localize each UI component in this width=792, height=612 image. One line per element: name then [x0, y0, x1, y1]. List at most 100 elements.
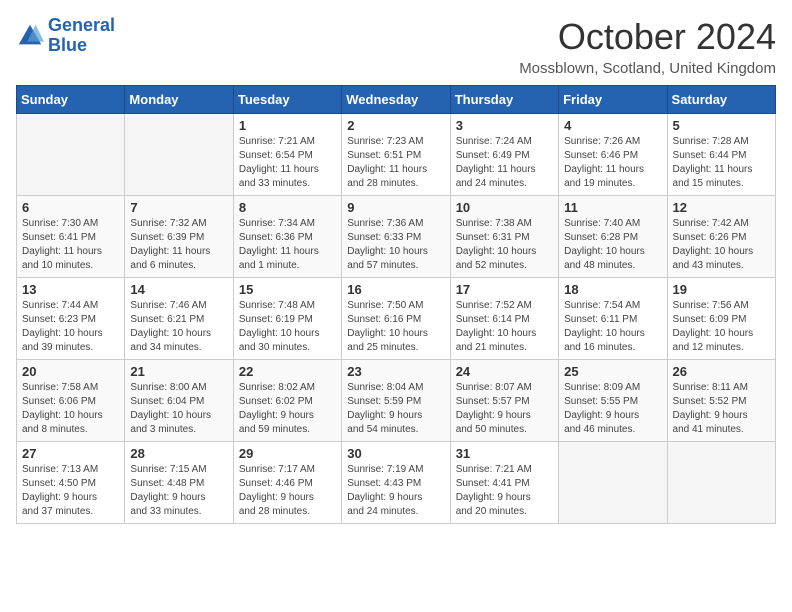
- day-detail: Sunrise: 7:21 AM Sunset: 6:54 PM Dayligh…: [239, 135, 336, 191]
- weekday-header-wednesday: Wednesday: [342, 86, 450, 114]
- day-detail: Sunrise: 8:02 AM Sunset: 6:02 PM Dayligh…: [239, 381, 336, 437]
- day-number: 20: [22, 364, 119, 379]
- day-detail: Sunrise: 7:54 AM Sunset: 6:11 PM Dayligh…: [564, 299, 661, 355]
- day-detail: Sunrise: 7:46 AM Sunset: 6:21 PM Dayligh…: [130, 299, 227, 355]
- day-detail: Sunrise: 7:58 AM Sunset: 6:06 PM Dayligh…: [22, 381, 119, 437]
- day-cell: 25Sunrise: 8:09 AM Sunset: 5:55 PM Dayli…: [559, 360, 667, 442]
- day-number: 9: [347, 200, 444, 215]
- page-header: General Blue October 2024 Mossblown, Sco…: [16, 16, 776, 77]
- location-title: Mossblown, Scotland, United Kingdom: [519, 60, 776, 77]
- week-row-3: 13Sunrise: 7:44 AM Sunset: 6:23 PM Dayli…: [17, 278, 776, 360]
- day-cell: 3 Sunrise: 7:24 AM Sunset: 6:49 PM Daylig…: [450, 114, 558, 196]
- day-number: 19: [673, 282, 770, 297]
- day-cell: [559, 442, 667, 524]
- day-cell: 14 Sunrise: 7:46 AM Sunset: 6:21 PM Dayli…: [125, 278, 233, 360]
- day-detail: Sunrise: 7:15 AM Sunset: 4:48 PM Dayligh…: [130, 463, 227, 519]
- day-cell: 22Sunrise: 8:02 AM Sunset: 6:02 PM Dayli…: [233, 360, 341, 442]
- day-cell: 1Sunrise: 7:21 AM Sunset: 6:54 PM Daylig…: [233, 114, 341, 196]
- day-detail: Sunrise: 7:52 AM Sunset: 6:14 PM Dayligh…: [456, 299, 553, 355]
- day-cell: 10Sunrise: 7:38 AM Sunset: 6:31 PM Dayli…: [450, 196, 558, 278]
- day-detail: Sunrise: 7:17 AM Sunset: 4:46 PM Dayligh…: [239, 463, 336, 519]
- week-row-1: 1Sunrise: 7:21 AM Sunset: 6:54 PM Daylig…: [17, 114, 776, 196]
- day-detail: Sunrise: 7:24 AM Sunset: 6:49 PM Dayligh…: [456, 135, 553, 191]
- day-detail: Sunrise: 8:04 AM Sunset: 5:59 PM Dayligh…: [347, 381, 444, 437]
- day-cell: 24 Sunrise: 8:07 AM Sunset: 5:57 PM Dayli…: [450, 360, 558, 442]
- day-detail: Sunrise: 7:28 AM Sunset: 6:44 PM Dayligh…: [673, 135, 770, 191]
- day-detail: Sunrise: 7:13 AM Sunset: 4:50 PM Dayligh…: [22, 463, 119, 519]
- day-detail: Sunrise: 7:21 AM Sunset: 4:41 PM Dayligh…: [456, 463, 553, 519]
- logo: General Blue: [16, 16, 115, 56]
- day-number: 21: [130, 364, 227, 379]
- day-number: 26: [673, 364, 770, 379]
- logo-line2: Blue: [48, 35, 87, 55]
- day-cell: 17 Sunrise: 7:52 AM Sunset: 6:14 PM Dayli…: [450, 278, 558, 360]
- day-number: 8: [239, 200, 336, 215]
- day-number: 17: [456, 282, 553, 297]
- day-cell: 21 Sunrise: 8:00 AM Sunset: 6:04 PM Dayli…: [125, 360, 233, 442]
- day-cell: 5 Sunrise: 7:28 AM Sunset: 6:44 PM Daylig…: [667, 114, 775, 196]
- day-cell: 19Sunrise: 7:56 AM Sunset: 6:09 PM Dayli…: [667, 278, 775, 360]
- day-cell: 9 Sunrise: 7:36 AM Sunset: 6:33 PM Daylig…: [342, 196, 450, 278]
- day-number: 14: [130, 282, 227, 297]
- day-number: 4: [564, 118, 661, 133]
- day-detail: Sunrise: 7:42 AM Sunset: 6:26 PM Dayligh…: [673, 217, 770, 273]
- day-cell: 4Sunrise: 7:26 AM Sunset: 6:46 PM Daylig…: [559, 114, 667, 196]
- day-cell: 31 Sunrise: 7:21 AM Sunset: 4:41 PM Dayli…: [450, 442, 558, 524]
- day-number: 7: [130, 200, 227, 215]
- day-cell: 11 Sunrise: 7:40 AM Sunset: 6:28 PM Dayli…: [559, 196, 667, 278]
- day-cell: 30 Sunrise: 7:19 AM Sunset: 4:43 PM Dayli…: [342, 442, 450, 524]
- day-cell: 18Sunrise: 7:54 AM Sunset: 6:11 PM Dayli…: [559, 278, 667, 360]
- calendar-table: SundayMondayTuesdayWednesdayThursdayFrid…: [16, 85, 776, 524]
- day-number: 11: [564, 200, 661, 215]
- day-detail: Sunrise: 7:48 AM Sunset: 6:19 PM Dayligh…: [239, 299, 336, 355]
- calendar-header-row: SundayMondayTuesdayWednesdayThursdayFrid…: [17, 86, 776, 114]
- weekday-header-tuesday: Tuesday: [233, 86, 341, 114]
- day-number: 6: [22, 200, 119, 215]
- weekday-header-monday: Monday: [125, 86, 233, 114]
- day-number: 24: [456, 364, 553, 379]
- day-cell: 12 Sunrise: 7:42 AM Sunset: 6:26 PM Dayli…: [667, 196, 775, 278]
- day-cell: 28 Sunrise: 7:15 AM Sunset: 4:48 PM Dayli…: [125, 442, 233, 524]
- day-cell: [667, 442, 775, 524]
- day-number: 12: [673, 200, 770, 215]
- day-detail: Sunrise: 8:00 AM Sunset: 6:04 PM Dayligh…: [130, 381, 227, 437]
- day-detail: Sunrise: 7:19 AM Sunset: 4:43 PM Dayligh…: [347, 463, 444, 519]
- day-cell: 6 Sunrise: 7:30 AM Sunset: 6:41 PM Daylig…: [17, 196, 125, 278]
- day-detail: Sunrise: 7:34 AM Sunset: 6:36 PM Dayligh…: [239, 217, 336, 273]
- day-detail: Sunrise: 7:32 AM Sunset: 6:39 PM Dayligh…: [130, 217, 227, 273]
- day-detail: Sunrise: 7:23 AM Sunset: 6:51 PM Dayligh…: [347, 135, 444, 191]
- day-detail: Sunrise: 7:40 AM Sunset: 6:28 PM Dayligh…: [564, 217, 661, 273]
- day-detail: Sunrise: 7:30 AM Sunset: 6:41 PM Dayligh…: [22, 217, 119, 273]
- logo-icon: [16, 22, 44, 50]
- day-detail: Sunrise: 7:36 AM Sunset: 6:33 PM Dayligh…: [347, 217, 444, 273]
- day-number: 27: [22, 446, 119, 461]
- day-number: 2: [347, 118, 444, 133]
- logo-line1: General: [48, 15, 115, 35]
- day-number: 5: [673, 118, 770, 133]
- day-number: 31: [456, 446, 553, 461]
- day-number: 15: [239, 282, 336, 297]
- day-cell: 13Sunrise: 7:44 AM Sunset: 6:23 PM Dayli…: [17, 278, 125, 360]
- day-cell: 16Sunrise: 7:50 AM Sunset: 6:16 PM Dayli…: [342, 278, 450, 360]
- weekday-header-saturday: Saturday: [667, 86, 775, 114]
- day-cell: 2 Sunrise: 7:23 AM Sunset: 6:51 PM Daylig…: [342, 114, 450, 196]
- day-cell: [17, 114, 125, 196]
- day-detail: Sunrise: 8:07 AM Sunset: 5:57 PM Dayligh…: [456, 381, 553, 437]
- day-number: 28: [130, 446, 227, 461]
- day-cell: 23Sunrise: 8:04 AM Sunset: 5:59 PM Dayli…: [342, 360, 450, 442]
- day-number: 3: [456, 118, 553, 133]
- day-cell: 7 Sunrise: 7:32 AM Sunset: 6:39 PM Daylig…: [125, 196, 233, 278]
- day-detail: Sunrise: 7:38 AM Sunset: 6:31 PM Dayligh…: [456, 217, 553, 273]
- day-cell: 8 Sunrise: 7:34 AM Sunset: 6:36 PM Daylig…: [233, 196, 341, 278]
- day-detail: Sunrise: 7:50 AM Sunset: 6:16 PM Dayligh…: [347, 299, 444, 355]
- day-detail: Sunrise: 8:11 AM Sunset: 5:52 PM Dayligh…: [673, 381, 770, 437]
- day-detail: Sunrise: 7:44 AM Sunset: 6:23 PM Dayligh…: [22, 299, 119, 355]
- title-section: October 2024 Mossblown, Scotland, United…: [519, 16, 776, 77]
- week-row-5: 27 Sunrise: 7:13 AM Sunset: 4:50 PM Dayli…: [17, 442, 776, 524]
- weekday-header-friday: Friday: [559, 86, 667, 114]
- day-number: 30: [347, 446, 444, 461]
- logo-text: General Blue: [48, 16, 115, 56]
- day-number: 25: [564, 364, 661, 379]
- day-cell: [125, 114, 233, 196]
- month-title: October 2024: [519, 16, 776, 58]
